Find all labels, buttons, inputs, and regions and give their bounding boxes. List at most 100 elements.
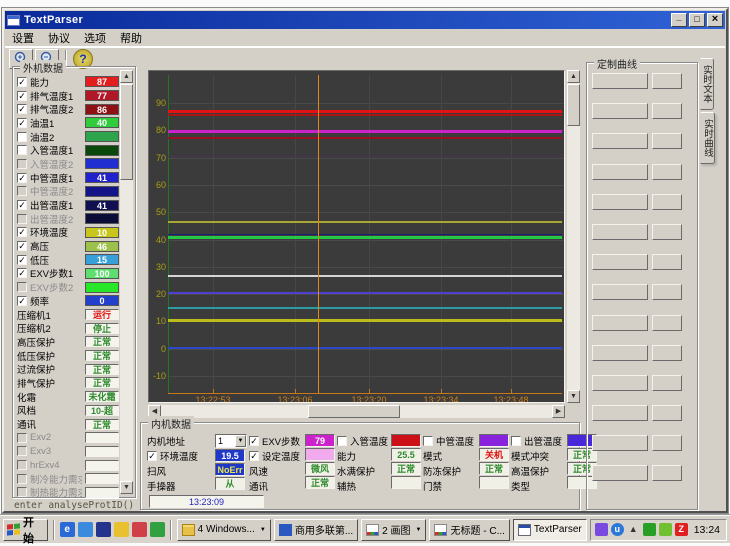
- checkbox-checked[interactable]: ✓: [17, 91, 27, 101]
- checkbox-checked[interactable]: ✓: [17, 104, 27, 114]
- circle-tray-icon[interactable]: u: [611, 523, 624, 536]
- chart-horizontal-scrollbar[interactable]: ◀ ▶: [148, 405, 565, 418]
- curve-color-button[interactable]: [652, 254, 682, 270]
- curve-color-button[interactable]: [652, 224, 682, 240]
- curve-color-button[interactable]: [652, 194, 682, 210]
- minimize-button[interactable]: [671, 13, 687, 27]
- curve-color-button[interactable]: [652, 133, 682, 149]
- scrollbar-thumb[interactable]: [308, 405, 400, 418]
- curve-color-button[interactable]: [652, 405, 682, 421]
- scrollbar-thumb[interactable]: [567, 84, 580, 126]
- checkbox-checked[interactable]: ✓: [17, 255, 27, 265]
- scroll-up-icon[interactable]: ▲: [567, 70, 580, 83]
- curve-slot-button[interactable]: [592, 315, 648, 331]
- curve-slot-button[interactable]: [592, 284, 648, 300]
- menu-help[interactable]: 帮助: [120, 30, 142, 46]
- checkbox-checked[interactable]: ✓: [249, 451, 259, 461]
- checkbox[interactable]: [17, 433, 27, 443]
- arrow-tray-icon[interactable]: ▲: [627, 523, 640, 536]
- curve-slot-button[interactable]: [592, 435, 648, 451]
- curve-slot-button[interactable]: [592, 345, 648, 361]
- green2-tray-icon[interactable]: [659, 523, 672, 536]
- checkbox[interactable]: [17, 460, 27, 470]
- checkbox-checked[interactable]: ✓: [249, 436, 259, 446]
- chart-vertical-scrollbar[interactable]: ▲ ▼: [567, 70, 580, 403]
- checkbox[interactable]: [17, 145, 27, 155]
- curve-color-button[interactable]: [652, 345, 682, 361]
- taskbar-button[interactable]: TextParser: [513, 519, 587, 541]
- scroll-down-icon[interactable]: ▼: [120, 481, 133, 494]
- menu-protocol[interactable]: 协议: [48, 30, 70, 46]
- menu-options[interactable]: 选项: [84, 30, 106, 46]
- curve-color-button[interactable]: [652, 435, 682, 451]
- chevron-down-icon[interactable]: ▼: [416, 527, 422, 533]
- curve-slot-button[interactable]: [592, 375, 648, 391]
- checkbox-checked[interactable]: ✓: [17, 118, 27, 128]
- maximize-button[interactable]: [689, 13, 705, 27]
- time-cursor[interactable]: [318, 75, 319, 393]
- curve-color-button[interactable]: [652, 315, 682, 331]
- checkbox[interactable]: [423, 436, 433, 446]
- checkbox-checked[interactable]: ✓: [17, 77, 27, 87]
- checkbox[interactable]: [17, 214, 27, 224]
- close-button[interactable]: [707, 13, 723, 27]
- curve-color-button[interactable]: [652, 465, 682, 481]
- curve-slot-button[interactable]: [592, 405, 648, 421]
- scrollbar-thumb[interactable]: [120, 84, 133, 180]
- taskbar-button[interactable]: 商用多联第...: [274, 519, 358, 541]
- scroll-right-icon[interactable]: ▶: [552, 405, 565, 418]
- checkbox[interactable]: [511, 436, 521, 446]
- thunder-tray-icon[interactable]: Z: [675, 523, 688, 536]
- msn-icon[interactable]: [78, 522, 93, 537]
- mail-icon[interactable]: [114, 522, 129, 537]
- taskbar-button[interactable]: 4 Windows...▼: [177, 519, 271, 541]
- curve-slot-button[interactable]: [592, 194, 648, 210]
- curve-slot-button[interactable]: [592, 103, 648, 119]
- curve-slot-button[interactable]: [592, 224, 648, 240]
- menu-settings[interactable]: 设置: [12, 30, 34, 46]
- start-button[interactable]: 开始: [3, 519, 48, 541]
- curve-slot-button[interactable]: [592, 164, 648, 180]
- address-dropdown[interactable]: 1▼: [215, 434, 247, 448]
- curve-slot-button[interactable]: [592, 254, 648, 270]
- checkbox-checked[interactable]: ✓: [147, 451, 157, 461]
- curve-color-button[interactable]: [652, 73, 682, 89]
- checkbox[interactable]: [17, 282, 27, 292]
- tab-realtime-text[interactable]: 实时文本: [700, 58, 714, 110]
- swoosh-tray-icon[interactable]: [595, 523, 608, 536]
- curve-color-button[interactable]: [652, 164, 682, 180]
- tab-realtime-curve[interactable]: 实时曲线: [700, 112, 715, 164]
- curve-color-button[interactable]: [652, 103, 682, 119]
- curve-color-button[interactable]: [652, 284, 682, 300]
- checkbox-checked[interactable]: ✓: [17, 173, 27, 183]
- scroll-up-icon[interactable]: ▲: [120, 70, 133, 83]
- curve-color-button[interactable]: [652, 375, 682, 391]
- curve-slot-button[interactable]: [592, 73, 648, 89]
- scroll-down-icon[interactable]: ▼: [567, 390, 580, 403]
- checkbox[interactable]: [17, 446, 27, 456]
- green-icon[interactable]: [150, 522, 165, 537]
- realtime-curve-plot[interactable]: 9080706050403020100-1013:22:5313:23:0613…: [148, 70, 565, 403]
- taskbar-button[interactable]: 2 画图▼: [361, 519, 426, 541]
- checkbox-checked[interactable]: ✓: [17, 227, 27, 237]
- chevron-down-icon[interactable]: ▼: [235, 435, 246, 447]
- checkbox[interactable]: [337, 436, 347, 446]
- ie-icon[interactable]: e: [60, 522, 75, 537]
- checkbox[interactable]: [17, 487, 27, 497]
- curve-slot-button[interactable]: [592, 465, 648, 481]
- checkbox[interactable]: [17, 159, 27, 169]
- checkbox-checked[interactable]: ✓: [17, 296, 27, 306]
- green1-tray-icon[interactable]: [643, 523, 656, 536]
- checkbox[interactable]: [17, 474, 27, 484]
- outdoor-list-scrollbar[interactable]: ▲ ▼: [120, 70, 133, 494]
- checkbox[interactable]: [17, 132, 27, 142]
- checkbox-checked[interactable]: ✓: [17, 241, 27, 251]
- chevron-down-icon[interactable]: ▼: [260, 527, 266, 533]
- checkbox[interactable]: [17, 186, 27, 196]
- app1-icon[interactable]: [96, 522, 111, 537]
- checkbox-checked[interactable]: ✓: [17, 268, 27, 278]
- taskbar-button[interactable]: 无标题 - C...: [429, 519, 509, 541]
- checkbox-checked[interactable]: ✓: [17, 200, 27, 210]
- media-icon[interactable]: [132, 522, 147, 537]
- curve-slot-button[interactable]: [592, 133, 648, 149]
